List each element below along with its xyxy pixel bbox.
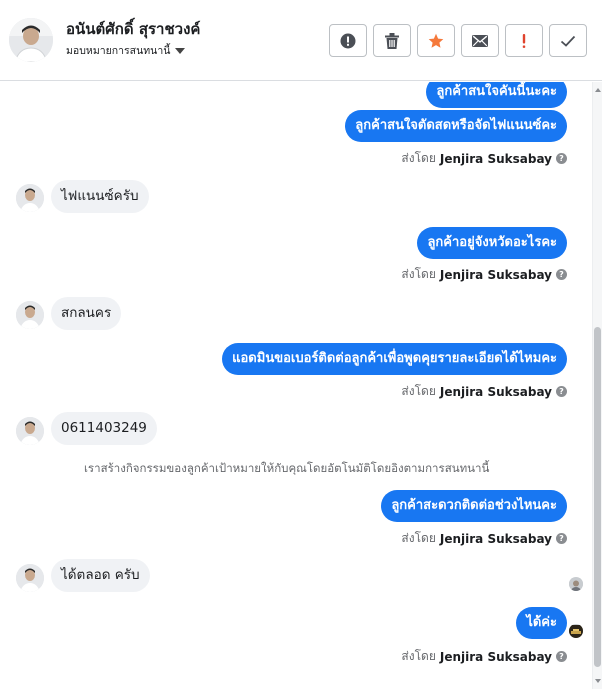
message-thread: ลูกค้าสนใจคันนี้นะคะ ลูกค้าสนใจตัดสดหรือ… bbox=[0, 82, 592, 689]
contact-avatar bbox=[16, 301, 44, 329]
contact-name: อนันต์ศักดิ์ สุราชวงค์ bbox=[66, 20, 201, 38]
incoming-message[interactable]: ไฟแนนซ์ครับ bbox=[51, 180, 149, 213]
help-icon[interactable]: ? bbox=[556, 386, 567, 397]
spam-button[interactable] bbox=[329, 24, 367, 57]
outgoing-message[interactable]: ลูกค้าอยู่จังหวัดอะไรคะ bbox=[417, 227, 567, 259]
outgoing-message[interactable]: ลูกค้าสะดวกติดต่อช่วงไหนคะ bbox=[381, 490, 567, 522]
checkmark-icon bbox=[560, 35, 576, 47]
sent-by-label: ส่งโดย Jenjira Suksabay ? bbox=[401, 149, 567, 168]
assign-conversation-dropdown[interactable]: มอบหมายการสนทนานี้ bbox=[66, 42, 186, 59]
contact-avatar[interactable] bbox=[9, 18, 53, 62]
sent-by-label: ส่งโดย Jenjira Suksabay ? bbox=[401, 647, 567, 666]
caret-down-icon bbox=[175, 47, 186, 54]
outgoing-message[interactable]: ได้ค่ะ bbox=[516, 607, 567, 639]
incoming-message[interactable]: สกลนคร bbox=[51, 297, 122, 330]
conversation-actions bbox=[329, 24, 587, 57]
sent-by-label: ส่งโดย Jenjira Suksabay ? bbox=[401, 529, 567, 548]
mark-unread-button[interactable] bbox=[461, 24, 499, 57]
scroll-thumb[interactable] bbox=[594, 327, 601, 667]
trash-icon bbox=[385, 32, 399, 49]
mark-done-button[interactable] bbox=[549, 24, 587, 57]
help-icon[interactable]: ? bbox=[556, 269, 567, 280]
outgoing-message[interactable]: แอดมินขอเบอร์ติดต่อลูกค้าเพื่อพูดคุยรายล… bbox=[222, 343, 567, 375]
scrollbar[interactable] bbox=[592, 82, 602, 689]
sent-by-label: ส่งโดย Jenjira Suksabay ? bbox=[401, 382, 567, 401]
contact-avatar bbox=[16, 564, 44, 592]
incoming-message[interactable]: ได้ตลอด ครับ bbox=[51, 559, 150, 592]
incoming-message[interactable]: 0611403249 bbox=[51, 412, 157, 445]
seen-indicator-avatar bbox=[569, 577, 583, 591]
mark-important-button[interactable] bbox=[505, 24, 543, 57]
conversation-header: อนันต์ศักดิ์ สุราชวงค์ มอบหมายการสนทนานี… bbox=[0, 0, 602, 81]
contact-avatar bbox=[16, 417, 44, 445]
delete-button[interactable] bbox=[373, 24, 411, 57]
star-icon bbox=[428, 33, 444, 48]
assign-label: มอบหมายการสนทนานี้ bbox=[66, 45, 171, 57]
spam-icon bbox=[340, 33, 356, 48]
scroll-down-icon[interactable] bbox=[595, 679, 601, 683]
sent-by-label: ส่งโดย Jenjira Suksabay ? bbox=[401, 265, 567, 284]
star-button[interactable] bbox=[417, 24, 455, 57]
mail-icon bbox=[472, 34, 488, 47]
auto-activity-note: เราสร้างกิจกรรมของลูกค้าเป้าหมายให้กับคุ… bbox=[84, 461, 490, 475]
contact-avatar bbox=[16, 184, 44, 212]
help-icon[interactable]: ? bbox=[556, 651, 567, 662]
important-icon bbox=[522, 33, 526, 48]
help-icon[interactable]: ? bbox=[556, 533, 567, 544]
help-icon[interactable]: ? bbox=[556, 153, 567, 164]
scroll-up-icon[interactable] bbox=[595, 88, 601, 92]
outgoing-message[interactable]: ลูกค้าสนใจคันนี้นะคะ bbox=[426, 82, 567, 108]
outgoing-message[interactable]: ลูกค้าสนใจตัดสดหรือจัดไฟแนนซ์คะ bbox=[345, 110, 567, 142]
page-avatar bbox=[569, 624, 583, 638]
